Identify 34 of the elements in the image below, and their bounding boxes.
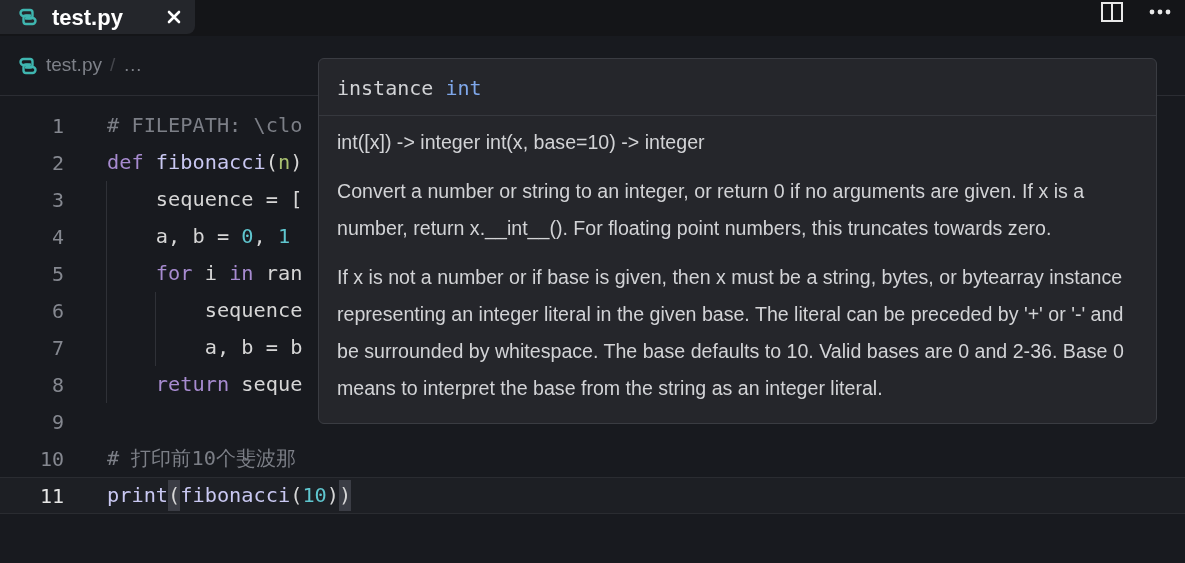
line-number: 11 — [38, 482, 64, 510]
code-line: def fibonacci(n) — [107, 149, 303, 177]
code-line: a, b = b — [107, 329, 303, 366]
code-comment: # FILEPATH: \clo — [107, 112, 303, 140]
hover-text: Convert a number or string to an integer, or return 0 if no arguments are given. If x is a number, return x.__int__(). For floating point numbers, this truncates towards zero. — [337, 179, 1086, 242]
code-line: for i in ran — [107, 255, 303, 292]
line-number: 10 — [38, 445, 64, 473]
line-number: 3 — [50, 186, 64, 214]
split-editor-icon[interactable] — [1101, 2, 1123, 22]
line-number: 2 — [50, 149, 64, 177]
python-icon — [18, 7, 38, 27]
code-comment: # 打印前10个斐波那 — [107, 445, 296, 473]
more-icon[interactable] — [1149, 9, 1171, 15]
code-line: sequence — [107, 292, 303, 329]
line-number: 7 — [50, 334, 64, 362]
hover-text: int([x]) -> integer int(x, base=10) -> integer — [337, 130, 706, 155]
line-number: 8 — [50, 371, 64, 399]
close-icon[interactable] — [167, 10, 181, 24]
hover-signature: instance int — [337, 76, 482, 100]
line-number: 9 — [50, 408, 64, 436]
code-line: a, b = 0, 1 — [107, 218, 291, 255]
editor-tab[interactable]: test.py — [0, 0, 195, 34]
python-icon — [18, 55, 38, 76]
code-line: print(fibonacci(10)) — [107, 478, 352, 513]
breadcrumb-separator: / — [110, 53, 116, 78]
line-number: 4 — [50, 223, 64, 251]
code-line: return seque — [107, 366, 303, 403]
line-number: 6 — [50, 297, 64, 325]
line-number: 5 — [50, 260, 64, 288]
line-number: 1 — [50, 112, 64, 140]
breadcrumb-item[interactable]: test.py — [46, 51, 102, 80]
breadcrumb-item[interactable]: … — [123, 51, 143, 80]
code-line: sequence = [ — [107, 181, 303, 218]
hover-text: If x is not a number or if base is given, then x must be a string, bytes, or bytearray instance representing an integer literal in the given base. The literal can be preceded by '+' or '-' and be surrounded by whitespace. The base defaults to 10. Valid bases are 0 and 2-36. Base 0 means to interpret the base from the string as an integer literal. — [337, 265, 1125, 401]
